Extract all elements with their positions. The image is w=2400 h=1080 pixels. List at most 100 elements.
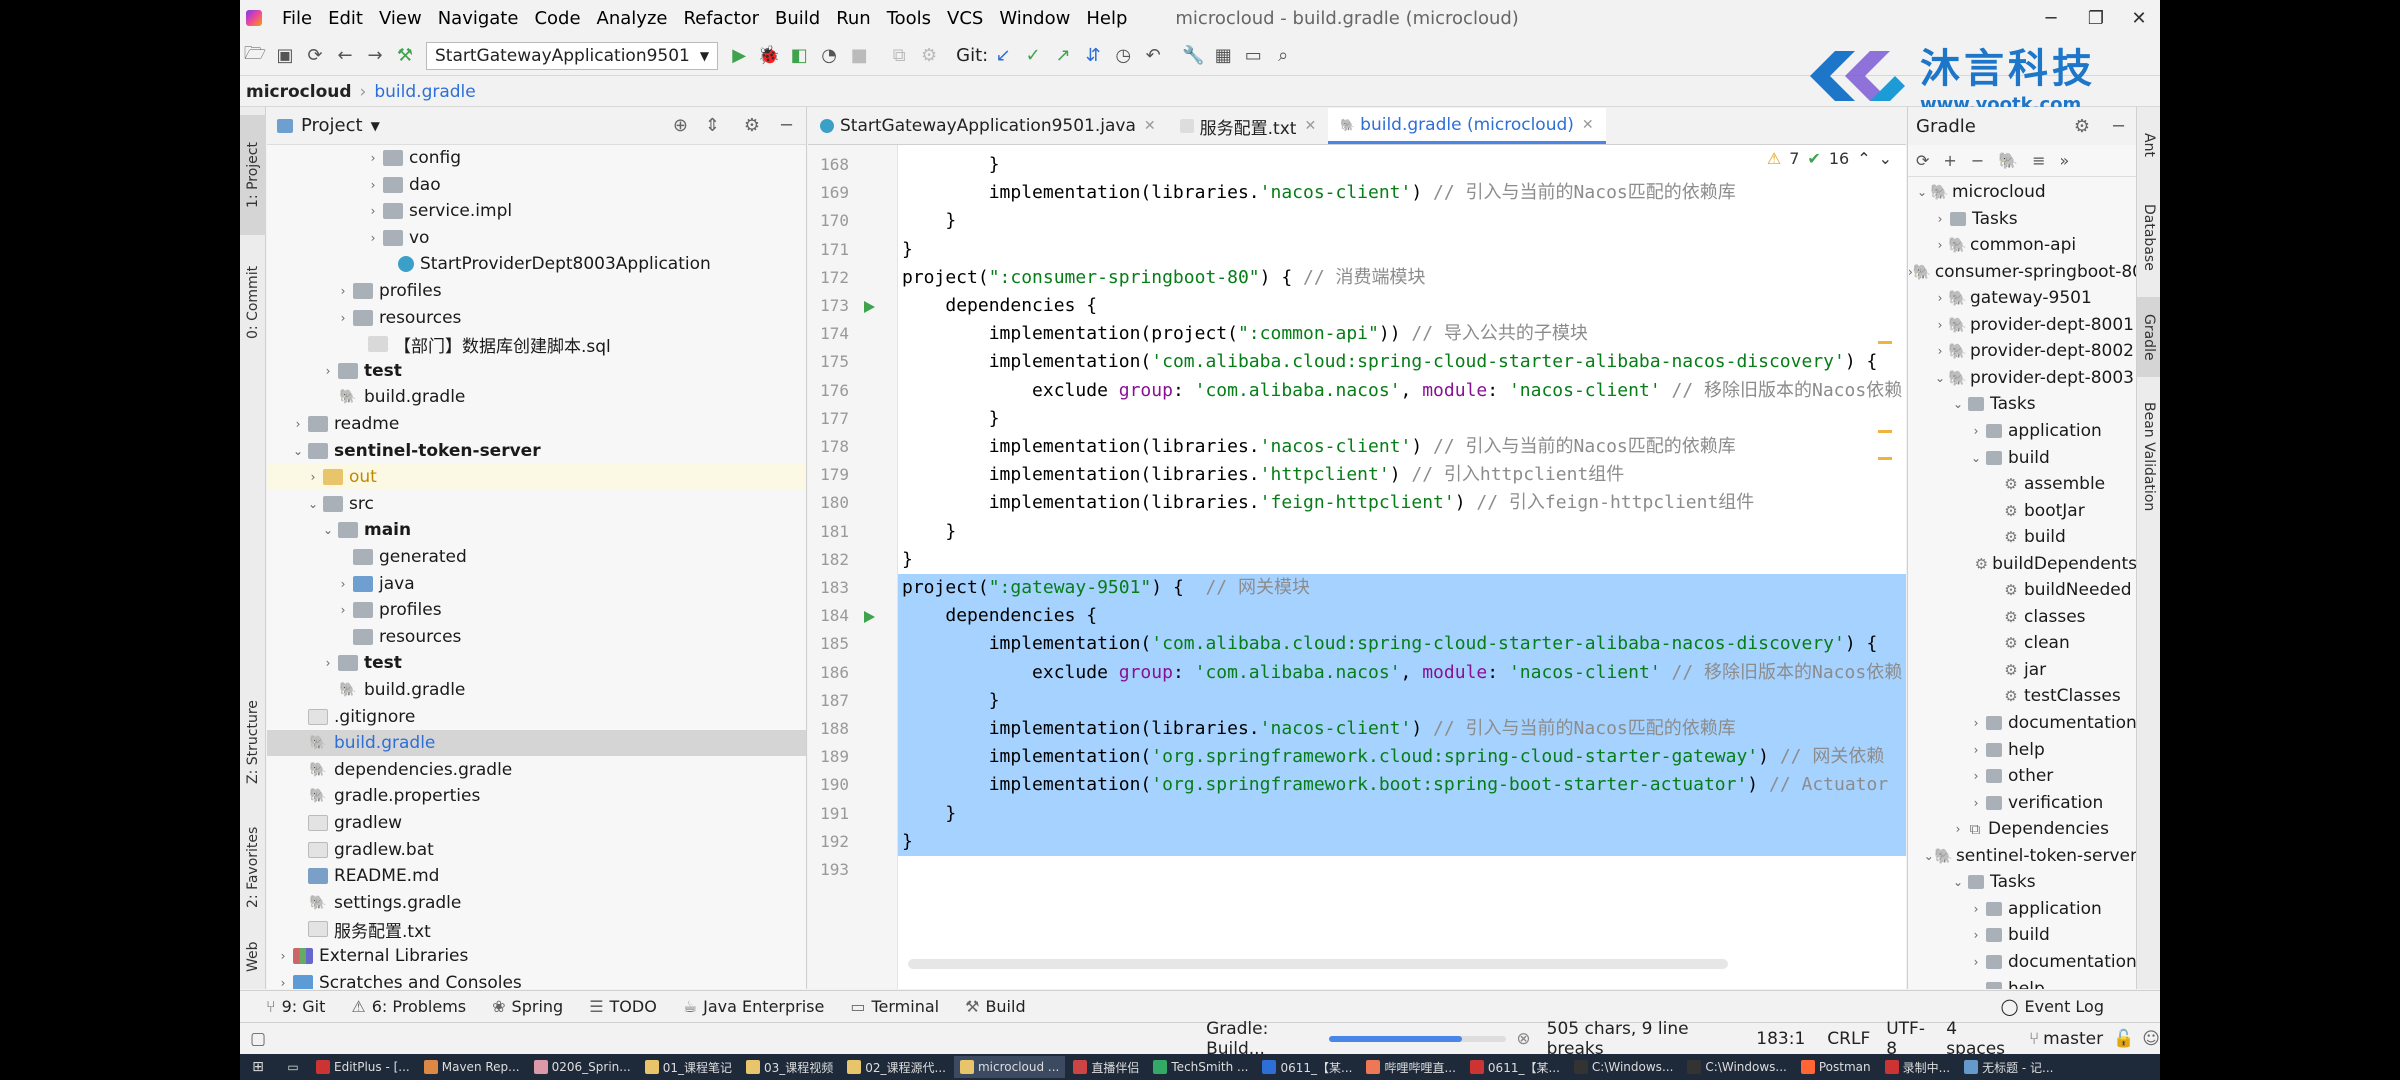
tree-item[interactable]: › profiles bbox=[267, 597, 806, 623]
gradle-tree-item[interactable]: ⚙ clean bbox=[1908, 630, 2136, 656]
gradle-tree-item[interactable]: › verification bbox=[1908, 790, 2136, 816]
chevron-right-icon[interactable]: › bbox=[365, 204, 381, 218]
code-line[interactable]: } bbox=[902, 405, 1000, 433]
gradle-tree-item[interactable]: › documentation bbox=[1908, 949, 2136, 975]
chevron-right-icon[interactable]: › bbox=[1968, 769, 1984, 783]
breadcrumb-file[interactable]: build.gradle bbox=[374, 82, 475, 102]
open-folder-icon[interactable]: 🗁 bbox=[240, 41, 270, 71]
editor-tab[interactable]: 🐘 build.gradle (microcloud) ✕ bbox=[1328, 108, 1606, 144]
locate-icon[interactable]: ⊕ bbox=[673, 115, 688, 136]
run-gutter-icon[interactable] bbox=[864, 301, 875, 313]
task-view-icon[interactable]: ▭ bbox=[278, 1056, 308, 1078]
caret-position[interactable]: 183:1 bbox=[1756, 1029, 1805, 1049]
line-separator[interactable]: CRLF bbox=[1827, 1029, 1870, 1049]
tool-tab-commit[interactable]: 0: Commit bbox=[240, 247, 266, 357]
menu-build[interactable]: Build bbox=[767, 8, 828, 29]
chevron-down-icon[interactable]: ⌄ bbox=[320, 523, 336, 537]
chevron-right-icon[interactable]: › bbox=[335, 284, 351, 298]
collapse-all-icon[interactable]: ⇕ bbox=[705, 115, 720, 136]
tree-item[interactable]: 🐘 dependencies.gradle bbox=[267, 757, 806, 783]
wrench-icon[interactable]: 🔧 bbox=[1178, 41, 1208, 71]
chevron-right-icon[interactable]: › bbox=[1932, 318, 1948, 332]
hide-panel-icon[interactable]: ─ bbox=[781, 115, 792, 136]
settings-gear-icon[interactable]: ⚙ bbox=[2074, 116, 2090, 137]
chevron-down-icon[interactable]: ▼ bbox=[371, 119, 380, 133]
gradle-tree-item[interactable]: ⚙ bootJar bbox=[1908, 498, 2136, 524]
code-line[interactable]: implementation(libraries.'feign-httpclie… bbox=[902, 489, 1755, 517]
chevron-right-icon[interactable]: › bbox=[1950, 822, 1966, 836]
code-line[interactable]: project(":gateway-9501") { // 网关模块 bbox=[902, 574, 1310, 602]
tree-item[interactable]: ⌄ src bbox=[267, 491, 806, 517]
gradle-tree-item[interactable]: › 🐘 gateway-9501 bbox=[1908, 285, 2136, 311]
taskbar-app[interactable]: 0206_Sprin... bbox=[528, 1056, 637, 1078]
chevron-right-icon[interactable]: › bbox=[305, 470, 321, 484]
tree-item[interactable]: 【部门】数据库创建脚本.sql bbox=[267, 331, 806, 357]
chevron-down-icon[interactable]: ⌄ bbox=[1950, 397, 1966, 411]
gradle-tree-item[interactable]: ⚙ buildDependents bbox=[1908, 551, 2136, 577]
gradle-tree-item[interactable]: › ⧉ Dependencies bbox=[1908, 816, 2136, 842]
chevron-right-icon[interactable]: › bbox=[320, 364, 336, 378]
taskbar-app[interactable]: 0611_【某... bbox=[1256, 1056, 1358, 1078]
menu-view[interactable]: View bbox=[371, 8, 430, 29]
save-all-icon[interactable]: ▣ bbox=[270, 41, 300, 71]
gradle-tree-item[interactable]: ⌄ 🐘 microcloud bbox=[1908, 179, 2136, 205]
warning-stripe[interactable] bbox=[1878, 457, 1892, 460]
menu-run[interactable]: Run bbox=[828, 8, 879, 29]
menu-navigate[interactable]: Navigate bbox=[430, 8, 527, 29]
editor-tab[interactable]: StartGatewayApplication9501.java ✕ bbox=[808, 108, 1168, 144]
more-icon[interactable]: » bbox=[2060, 151, 2070, 170]
chevron-right-icon[interactable]: › bbox=[290, 417, 306, 431]
code-line[interactable]: project(":consumer-springboot-80") { // … bbox=[902, 264, 1426, 292]
chevron-right-icon[interactable]: › bbox=[275, 976, 291, 989]
git-push-icon[interactable]: ↗ bbox=[1048, 41, 1078, 71]
menu-help[interactable]: Help bbox=[1078, 8, 1135, 29]
chevron-right-icon[interactable]: › bbox=[1968, 716, 1984, 730]
chevron-right-icon[interactable]: › bbox=[1968, 743, 1984, 757]
bottom-tab[interactable]: ⚒ Build bbox=[965, 997, 1026, 1016]
tree-item[interactable]: › service.impl bbox=[267, 198, 806, 224]
menu-code[interactable]: Code bbox=[526, 8, 588, 29]
chevron-down-icon[interactable]: ⌄ bbox=[1924, 849, 1934, 863]
taskbar-app[interactable]: Postman bbox=[1795, 1056, 1877, 1078]
code-line[interactable]: implementation('org.springframework.boot… bbox=[902, 771, 1889, 799]
tool-tab-web[interactable]: Web bbox=[240, 927, 266, 987]
chevron-right-icon[interactable]: › bbox=[365, 231, 381, 245]
chevron-right-icon[interactable]: › bbox=[365, 151, 381, 165]
chevron-down-icon[interactable]: ⌄ bbox=[1968, 451, 1984, 465]
code-editor[interactable]: 168 169 170 171 172 173 174 175 176 177 178 179 180 1… bbox=[808, 145, 1906, 989]
chevron-up-icon[interactable]: ⌃ bbox=[1857, 149, 1870, 168]
taskbar-app[interactable]: C:\Windows... bbox=[1568, 1056, 1679, 1078]
taskbar-app[interactable]: 录制中... bbox=[1879, 1056, 1956, 1078]
code-line[interactable]: implementation('com.alibaba.cloud:spring… bbox=[902, 348, 1878, 376]
windows-start-icon[interactable]: ⊞ bbox=[240, 1056, 276, 1078]
bottom-tab[interactable]: ⚠ 6: Problems bbox=[351, 997, 466, 1016]
build-hammer-icon[interactable]: ⚒ bbox=[390, 41, 420, 71]
chevron-right-icon[interactable]: › bbox=[335, 577, 351, 591]
gradle-tree-item[interactable]: ⌄ 🐘 sentinel-token-server bbox=[1908, 843, 2136, 869]
chevron-right-icon[interactable]: › bbox=[1968, 955, 1984, 969]
menu-vcs[interactable]: VCS bbox=[939, 8, 991, 29]
refresh-icon[interactable]: ⟳ bbox=[1916, 151, 1929, 170]
chevron-down-icon[interactable]: ⌄ bbox=[1968, 982, 1984, 990]
chevron-right-icon[interactable]: › bbox=[1968, 424, 1984, 438]
tree-item[interactable]: › test bbox=[267, 650, 806, 676]
code-line[interactable]: implementation(libraries.'httpclient') /… bbox=[902, 461, 1625, 489]
chevron-right-icon[interactable]: › bbox=[1968, 902, 1984, 916]
breadcrumb-project[interactable]: microcloud bbox=[246, 82, 352, 102]
debug-icon[interactable]: 🐞 bbox=[754, 41, 784, 71]
taskbar-app[interactable]: 哔哩哔哩直... bbox=[1360, 1056, 1461, 1078]
remove-icon[interactable]: − bbox=[1971, 151, 1984, 170]
tool-tab-gradle[interactable]: Gradle bbox=[2137, 297, 2160, 377]
profile-icon[interactable]: ◔ bbox=[814, 41, 844, 71]
bottom-tab[interactable]: ▭ Terminal bbox=[850, 997, 939, 1016]
menu-analyze[interactable]: Analyze bbox=[589, 8, 676, 29]
gradle-tree-item[interactable]: › 🐘 common-api bbox=[1908, 232, 2136, 258]
git-rollback-icon[interactable]: ↶ bbox=[1138, 41, 1168, 71]
close-tab-icon[interactable]: ✕ bbox=[1582, 117, 1594, 133]
close-tab-icon[interactable]: ✕ bbox=[1304, 118, 1316, 134]
chevron-down-icon[interactable]: ⌄ bbox=[1914, 185, 1930, 199]
git-fetch-icon[interactable]: ⇵ bbox=[1078, 41, 1108, 71]
menu-window[interactable]: Window bbox=[991, 8, 1078, 29]
bottom-tab[interactable]: ❀ Spring bbox=[492, 997, 563, 1016]
tool-tab-bean-validation[interactable]: Bean Validation bbox=[2137, 387, 2160, 527]
